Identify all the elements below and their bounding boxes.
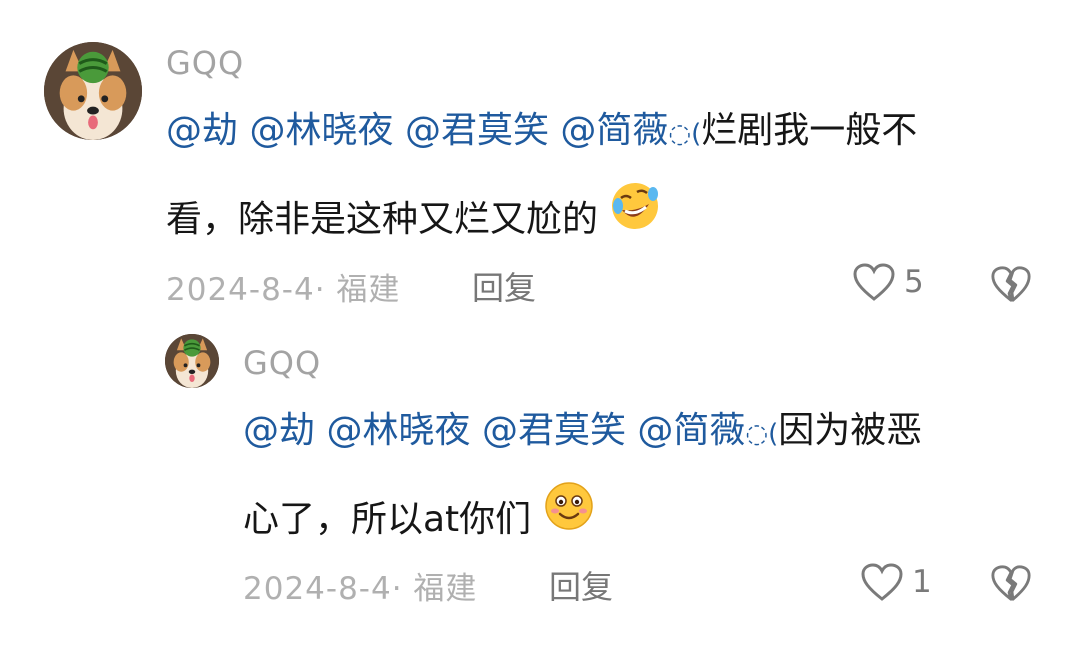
smile-emoji-icon	[543, 478, 595, 564]
comment-line-1: @劫 @林晓夜 @君莫笑 @简薇◌(烂剧我一般不	[166, 88, 1046, 177]
avatar[interactable]	[44, 42, 142, 140]
like-count: 5	[904, 264, 924, 300]
mention-link[interactable]: @林晓夜	[249, 110, 393, 151]
like-button[interactable]: 5	[852, 262, 924, 302]
comment-text-part: 烂剧我一般不	[701, 110, 918, 151]
comment-line-2: 看，除非是这种又烂又尬的	[166, 177, 1046, 264]
corgi-avatar-icon	[165, 334, 219, 388]
mention-link[interactable]: @林晓夜	[326, 410, 470, 451]
mention-link[interactable]: @劫	[166, 110, 238, 151]
mention-link[interactable]: @君莫笑	[405, 110, 549, 151]
comment-text: @劫 @林晓夜 @君莫笑 @简薇◌(烂剧我一般不 看，除非是这种又烂又尬的	[166, 88, 1046, 264]
comment-location: · 福建	[391, 571, 478, 607]
dislike-button[interactable]	[990, 264, 1032, 308]
comment-location: · 福建	[314, 272, 401, 308]
mention-link[interactable]: @简薇	[560, 110, 668, 151]
heart-icon	[853, 263, 895, 301]
like-count: 1	[912, 564, 932, 600]
comment-line-2: 心了，所以at你们	[243, 477, 1043, 564]
comment-text-part: 因为被恶	[778, 410, 923, 451]
comment-meta: 2024-8-4· 福建	[166, 264, 400, 309]
comment-line-1: @劫 @林晓夜 @君莫笑 @简薇◌(因为被恶	[243, 388, 1043, 477]
reply-button[interactable]: 回复	[549, 562, 613, 608]
comment-text: @劫 @林晓夜 @君莫笑 @简薇◌(因为被恶 心了，所以at你们	[243, 388, 1043, 564]
comment-meta: 2024-8-4· 福建	[243, 563, 477, 608]
dislike-button[interactable]	[990, 563, 1032, 607]
mention-link[interactable]: @简薇	[637, 410, 745, 451]
rofl-emoji-icon	[609, 178, 661, 264]
separator-glyph: ◌(	[668, 119, 702, 149]
mention-link[interactable]: @劫	[243, 410, 315, 451]
username[interactable]: GQQ	[166, 44, 244, 82]
comment-text-part: 心了，所以at你们	[243, 499, 532, 540]
comment-text-part: 看，除非是这种又烂又尬的	[166, 199, 599, 240]
corgi-avatar-icon	[44, 42, 142, 140]
username[interactable]: GQQ	[243, 344, 321, 382]
mention-link[interactable]: @君莫笑	[482, 410, 626, 451]
separator-glyph: ◌(	[745, 419, 779, 449]
comment-date: 2024-8-4	[243, 571, 392, 607]
avatar[interactable]	[165, 334, 219, 388]
like-button[interactable]: 1	[860, 562, 932, 602]
heart-icon	[861, 563, 903, 601]
broken-heart-icon	[991, 565, 1031, 601]
reply-button[interactable]: 回复	[472, 263, 536, 309]
broken-heart-icon	[991, 266, 1031, 302]
comment-date: 2024-8-4	[166, 272, 315, 308]
